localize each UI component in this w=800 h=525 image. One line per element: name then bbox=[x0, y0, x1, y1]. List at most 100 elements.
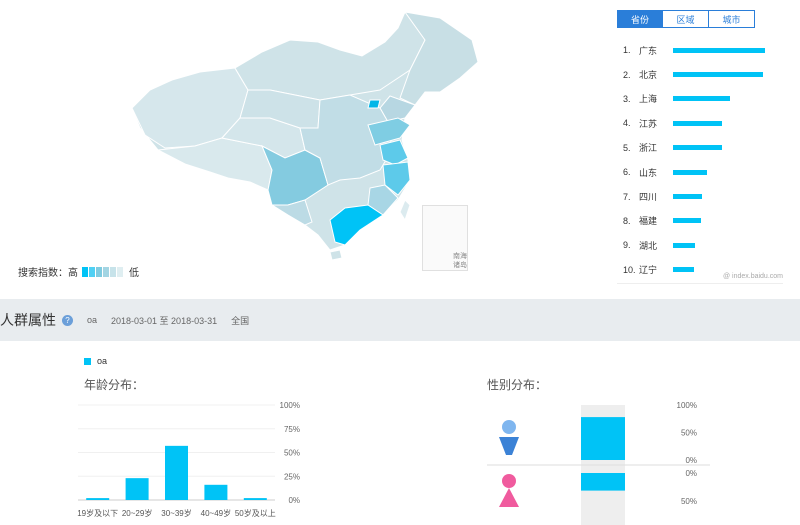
help-icon[interactable]: ? bbox=[62, 314, 73, 326]
rank-row[interactable]: 2. 北京 bbox=[623, 62, 783, 86]
map-region-beijing[interactable] bbox=[367, 99, 381, 109]
rank-number: 9. bbox=[623, 240, 631, 251]
female-icon-body bbox=[499, 488, 519, 507]
legend-low-label: 低 bbox=[129, 268, 139, 279]
age-chart-title: 年龄分布： bbox=[84, 378, 145, 392]
rank-row[interactable]: 9. 湖北 bbox=[623, 233, 783, 257]
rank-name: 广东 bbox=[639, 45, 658, 56]
china-map bbox=[131, 10, 479, 261]
rank-bar bbox=[673, 120, 722, 126]
y-tick-label: 0% bbox=[685, 456, 697, 465]
age-bar bbox=[86, 498, 110, 500]
tab-province[interactable]: 省份 bbox=[617, 10, 663, 28]
rank-bar bbox=[673, 96, 731, 102]
rank-name: 上海 bbox=[639, 94, 658, 105]
age-bar bbox=[204, 484, 228, 500]
y-tick-label: 50% bbox=[681, 497, 697, 506]
rank-row[interactable]: 1. 广东 bbox=[623, 38, 783, 62]
date-range: 2018-03-01 至 2018-03-31 bbox=[111, 315, 218, 326]
series-legend: oa bbox=[84, 356, 107, 366]
rank-number: 6. bbox=[623, 167, 631, 178]
gender-bar-female bbox=[581, 473, 625, 491]
y-tick-label: 50% bbox=[681, 429, 697, 438]
y-tick-label: 100% bbox=[677, 401, 697, 410]
rank-number: 10. bbox=[623, 264, 636, 275]
rank-number: 4. bbox=[623, 118, 631, 129]
rank-row[interactable]: 3. 上海 bbox=[623, 87, 783, 111]
x-tick-label: 19岁及以下 bbox=[77, 508, 118, 518]
rank-name: 福建 bbox=[639, 216, 658, 227]
legend-swatch bbox=[110, 266, 116, 277]
female-icon bbox=[499, 474, 519, 507]
rank-row[interactable]: 5. 浙江 bbox=[623, 136, 783, 160]
rank-number: 8. bbox=[623, 215, 631, 226]
ranking-list: 1. 广东 2. 北京 3. 上海 4. 江苏 5. 浙江 6. 山东 7. 四川 8. 福建 9. 湖北 10. 辽… bbox=[623, 38, 783, 282]
x-tick-label: 40~49岁 bbox=[201, 508, 231, 518]
legend-swatch bbox=[96, 266, 102, 277]
rank-name: 山东 bbox=[639, 167, 658, 178]
map-region-hainan[interactable] bbox=[329, 249, 343, 261]
legend-swatch bbox=[89, 266, 95, 277]
rank-name: 湖北 bbox=[639, 240, 658, 251]
tab-city[interactable]: 城市 bbox=[709, 10, 755, 28]
y-tick-label: 0% bbox=[288, 496, 300, 505]
rank-number: 5. bbox=[623, 142, 631, 153]
rank-number: 1. bbox=[623, 45, 631, 56]
rank-name: 浙江 bbox=[639, 143, 658, 154]
legend-square bbox=[84, 357, 91, 365]
rank-bar bbox=[673, 47, 765, 53]
rank-name: 北京 bbox=[639, 70, 658, 81]
rank-row[interactable]: 6. 山东 bbox=[623, 160, 783, 184]
legend-swatch bbox=[103, 266, 109, 277]
keyword-label: oa bbox=[87, 315, 98, 325]
rank-number: 7. bbox=[623, 191, 631, 202]
rank-bar bbox=[673, 218, 701, 224]
rank-bar bbox=[673, 145, 722, 151]
map-legend: 搜索指数：高 低 bbox=[18, 264, 139, 279]
gender-bar-male bbox=[581, 417, 625, 460]
rank-name: 江苏 bbox=[639, 118, 658, 129]
x-tick-label: 30~39岁 bbox=[161, 508, 191, 518]
legend-swatch bbox=[117, 266, 123, 277]
legend-swatches bbox=[82, 266, 124, 277]
y-tick-label: 0% bbox=[685, 469, 697, 478]
y-tick-label: 25% bbox=[284, 472, 300, 481]
rank-bar bbox=[673, 267, 695, 273]
section-header: 人群属性 ? oa 2018-03-01 至 2018-03-31 全国 bbox=[0, 299, 800, 341]
male-icon-body bbox=[499, 437, 519, 455]
rank-row[interactable]: 7. 四川 bbox=[623, 184, 783, 208]
rank-bar bbox=[673, 242, 696, 248]
tab-region[interactable]: 区域 bbox=[663, 10, 709, 28]
series-legend-label: oa bbox=[97, 356, 108, 366]
female-icon-head bbox=[502, 474, 516, 488]
y-tick-label: 75% bbox=[284, 425, 300, 434]
rank-bar bbox=[673, 169, 708, 175]
map-region-taiwan[interactable] bbox=[399, 199, 411, 222]
x-tick-label: 20~29岁 bbox=[122, 508, 152, 518]
male-icon-head bbox=[502, 420, 516, 434]
age-bar bbox=[125, 478, 149, 500]
rank-number: 2. bbox=[623, 69, 631, 80]
rank-row[interactable]: 8. 福建 bbox=[623, 209, 783, 233]
region-label: 全国 bbox=[231, 315, 250, 326]
ranking-tabs: 省份 区域 城市 bbox=[617, 10, 755, 28]
rank-number: 3. bbox=[623, 93, 631, 104]
age-bar bbox=[243, 498, 267, 500]
source-credit: @ index.baidu.com bbox=[722, 273, 783, 280]
male-icon bbox=[499, 420, 519, 455]
age-chart: 0% 25% 50% 75% 100% 19岁及以下 20~29岁 30~39岁 40~49岁 5… bbox=[77, 401, 300, 518]
section-title: 人群属性 bbox=[0, 312, 56, 328]
rank-row[interactable]: 4. 江苏 bbox=[623, 111, 783, 135]
y-tick-label: 100% bbox=[280, 401, 300, 410]
y-tick-label: 50% bbox=[284, 449, 300, 458]
rank-name: 辽宁 bbox=[639, 265, 658, 276]
legend-high-label: 搜索指数：高 bbox=[18, 268, 78, 279]
x-tick-label: 50岁及以上 bbox=[235, 508, 276, 518]
rank-bar bbox=[673, 72, 764, 78]
rank-name: 四川 bbox=[639, 192, 658, 203]
legend-swatch bbox=[82, 266, 88, 277]
south-china-sea-label: 南海诸岛 bbox=[453, 253, 467, 269]
ranking-panel: 省份 区域 城市 1. 广东 2. 北京 3. 上海 4. 江苏 5. 浙江 6. 山东 7. 四川 8. 福… bbox=[617, 6, 783, 284]
gender-chart: 0% 50% 100% 0% 50% bbox=[487, 401, 710, 525]
gender-chart-title: 性别分布： bbox=[487, 378, 548, 392]
